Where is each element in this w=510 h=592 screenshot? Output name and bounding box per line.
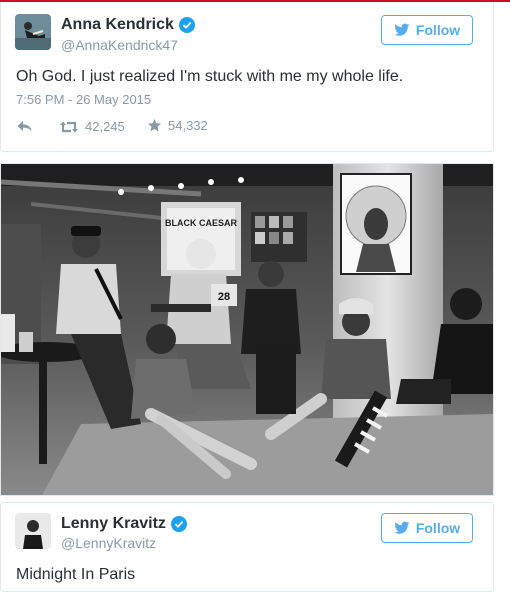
shirt-number: 28 xyxy=(218,291,230,303)
star-icon xyxy=(147,118,162,132)
tweet-text: Oh God. I just realized I'm stuck with m… xyxy=(16,68,404,85)
avatar[interactable] xyxy=(15,14,51,50)
tweet-card: Anna Kendrick @AnnaKendrick47 Follow Oh … xyxy=(0,2,494,152)
favorite-count: 54,332 xyxy=(168,118,208,133)
display-name[interactable]: Lenny Kravitz xyxy=(61,515,166,533)
tweet-card: Lenny Kravitz @LennyKravitz Follow Midni… xyxy=(0,502,494,592)
retweet-icon xyxy=(60,121,78,132)
follow-label: Follow xyxy=(415,520,461,536)
reply-button[interactable] xyxy=(16,119,33,133)
twitter-bird-icon xyxy=(394,521,410,534)
avatar[interactable] xyxy=(15,513,51,549)
tweet-photo[interactable]: BLACK CAESAR 28 xyxy=(0,163,494,496)
display-name[interactable]: Anna Kendrick xyxy=(61,16,174,34)
follow-button[interactable]: Follow xyxy=(381,513,473,543)
timestamp[interactable]: 7:56 PM - 26 May 2015 xyxy=(16,92,151,107)
user-handle[interactable]: @AnnaKendrick47 xyxy=(61,37,178,53)
avatar-photo xyxy=(15,513,51,549)
tweet-text: Midnight In Paris xyxy=(16,566,136,583)
favorite-button[interactable]: 54,332 xyxy=(147,118,208,133)
party-photo: BLACK CAESAR 28 xyxy=(1,164,493,495)
user-handle[interactable]: @LennyKravitz xyxy=(61,535,156,551)
follow-label: Follow xyxy=(415,22,461,38)
reply-icon xyxy=(17,121,32,132)
retweet-button[interactable]: 42,245 xyxy=(59,119,125,134)
twitter-bird-icon xyxy=(394,23,410,36)
verified-badge-icon xyxy=(171,516,187,532)
poster-text: BLACK CAESAR xyxy=(165,218,238,228)
verified-badge-icon xyxy=(179,17,195,33)
retweet-count: 42,245 xyxy=(85,119,125,134)
avatar-photo xyxy=(15,14,51,50)
follow-button[interactable]: Follow xyxy=(381,15,473,45)
